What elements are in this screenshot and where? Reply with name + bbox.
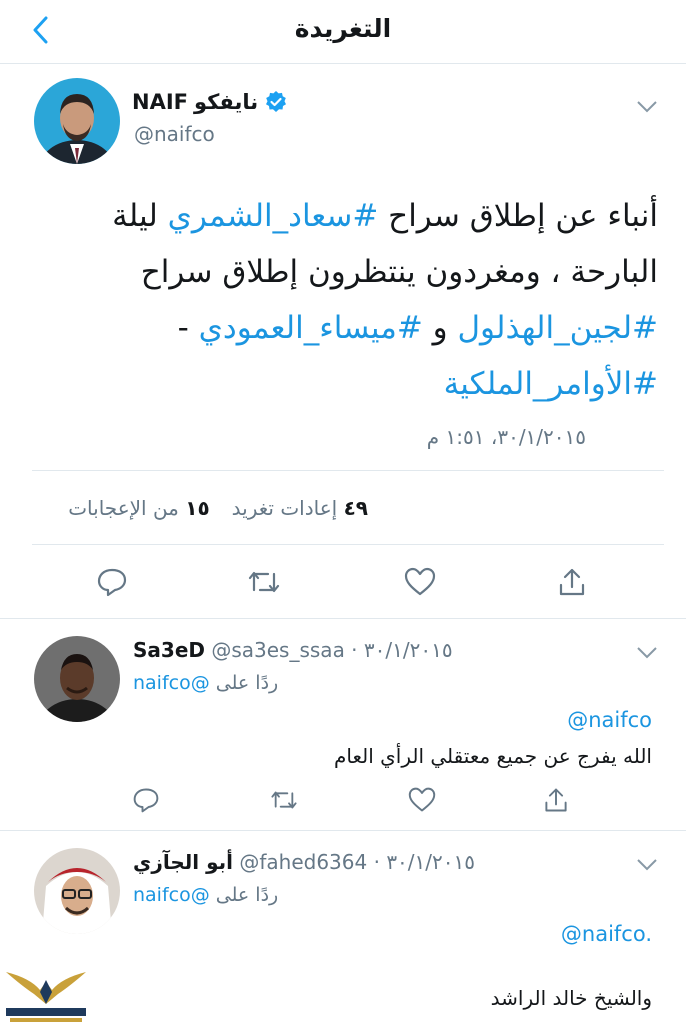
avatar[interactable] — [34, 848, 120, 934]
share-button[interactable] — [552, 562, 592, 602]
reply-icon — [133, 788, 159, 813]
reply-mention[interactable]: @naifco — [567, 708, 652, 732]
tweet-line-4: #الأوامر_الملكية — [30, 356, 658, 412]
likes-stat[interactable]: ١٥ من الإعجابات — [68, 496, 209, 520]
replying-to: ردًا على @naifco — [133, 884, 278, 906]
divider — [32, 470, 664, 471]
share-button[interactable] — [536, 780, 576, 820]
like-icon — [408, 787, 436, 812]
like-icon — [404, 567, 436, 596]
forum-logo — [0, 960, 92, 1024]
page-title: التغريدة — [294, 14, 392, 43]
hashtag-link[interactable]: #سعاد_الشمري — [168, 198, 379, 234]
replying-to-label: ردًا على — [215, 672, 279, 694]
tweet-stats: ٤٩ إعادات تغريد ١٥ من الإعجابات — [68, 496, 368, 520]
reply-date: ٣٠/١/٢٠١٥ — [363, 638, 453, 662]
likes-count: ١٥ — [185, 496, 210, 520]
share-icon — [559, 568, 585, 596]
author-name-en: NAIF — [132, 90, 188, 114]
tweet-line-2: البارحة ، ومغردون ينتظرون إطلاق سراح — [30, 244, 658, 300]
reply-actions — [0, 780, 686, 820]
text-segment: البارحة ، ومغردون ينتظرون إطلاق سراح — [140, 254, 658, 290]
likes-label: من الإعجابات — [68, 496, 179, 520]
avatar[interactable] — [34, 636, 120, 722]
like-button[interactable] — [402, 780, 442, 820]
retweet-icon — [271, 791, 297, 809]
verified-badge-icon — [266, 91, 287, 112]
separator-dot: · — [367, 850, 387, 874]
reply-button[interactable] — [126, 780, 166, 820]
retweets-count: ٤٩ — [343, 496, 368, 520]
reply-header: أبو الجآزي @fahed6364 · ٣٠/١/٢٠١٥ — [133, 850, 475, 874]
divider — [32, 544, 664, 545]
reply-author-name[interactable]: أبو الجآزي — [133, 850, 233, 874]
divider — [0, 618, 686, 619]
reply-author-handle[interactable]: @fahed6364 — [239, 850, 367, 874]
retweets-stat[interactable]: ٤٩ إعادات تغريد — [232, 496, 368, 520]
reply-author-handle[interactable]: @sa3es_ssaa — [211, 638, 344, 662]
reply-icon — [97, 568, 127, 597]
text-segment: - — [177, 310, 199, 346]
replying-to: ردًا على @naifco — [133, 672, 278, 694]
hashtag-link[interactable]: #ميساء_العمودي — [199, 310, 423, 346]
chevron-down-icon[interactable] — [636, 858, 658, 872]
reply-date: ٣٠/١/٢٠١٥ — [386, 850, 475, 874]
reply-author-name[interactable]: Sa3eD — [133, 638, 205, 662]
tweet-line-1: أنباء عن إطلاق سراح #سعاد_الشمري ليلة — [30, 188, 658, 244]
avatar[interactable] — [34, 78, 120, 164]
retweets-label: إعادات تغريد — [231, 496, 338, 520]
text-segment: و — [422, 310, 458, 346]
text-segment: أنباء عن إطلاق سراح — [378, 198, 658, 234]
reply-header: Sa3eD @sa3es_ssaa · ٣٠/١/٢٠١٥ — [133, 638, 453, 662]
tweet-timestamp: ٣٠/١/٢٠١٥، ١:٥١ م — [426, 425, 586, 449]
divider — [0, 830, 686, 831]
reply-button[interactable] — [92, 562, 132, 602]
like-button[interactable] — [400, 562, 440, 602]
retweet-icon — [248, 571, 280, 593]
author-handle[interactable]: @naifco — [134, 122, 215, 146]
separator-dot: · — [344, 638, 364, 662]
reply-text: والشيخ خالد الراشد — [490, 986, 652, 1010]
reply-text: الله يفرج عن جميع معتقلي الرأي العام — [333, 744, 652, 768]
hashtag-link[interactable]: #لجين_الهذلول — [458, 310, 659, 346]
retweet-button[interactable] — [264, 780, 304, 820]
mention-link[interactable]: @naifco — [133, 884, 210, 906]
tweet-line-3: #لجين_الهذلول و #ميساء_العمودي - — [30, 300, 658, 356]
replying-to-label: ردًا على — [215, 884, 279, 906]
text-segment: ليلة — [112, 198, 168, 234]
chevron-down-icon[interactable] — [636, 100, 658, 114]
mention-link[interactable]: @naifco — [133, 672, 210, 694]
author-name-ar: نايفكو — [194, 90, 259, 114]
tweet-actions — [0, 562, 686, 602]
top-bar: التغريدة — [0, 0, 686, 64]
share-icon — [545, 788, 567, 812]
author-name-line[interactable]: NAIF نايفكو — [132, 90, 288, 114]
hashtag-link[interactable]: #الأوامر_الملكية — [444, 366, 658, 402]
chevron-down-icon[interactable] — [636, 646, 658, 660]
reply-mention[interactable]: @naifco. — [561, 922, 652, 946]
tweet-text: أنباء عن إطلاق سراح #سعاد_الشمري ليلة ال… — [30, 188, 658, 412]
retweet-button[interactable] — [244, 562, 284, 602]
